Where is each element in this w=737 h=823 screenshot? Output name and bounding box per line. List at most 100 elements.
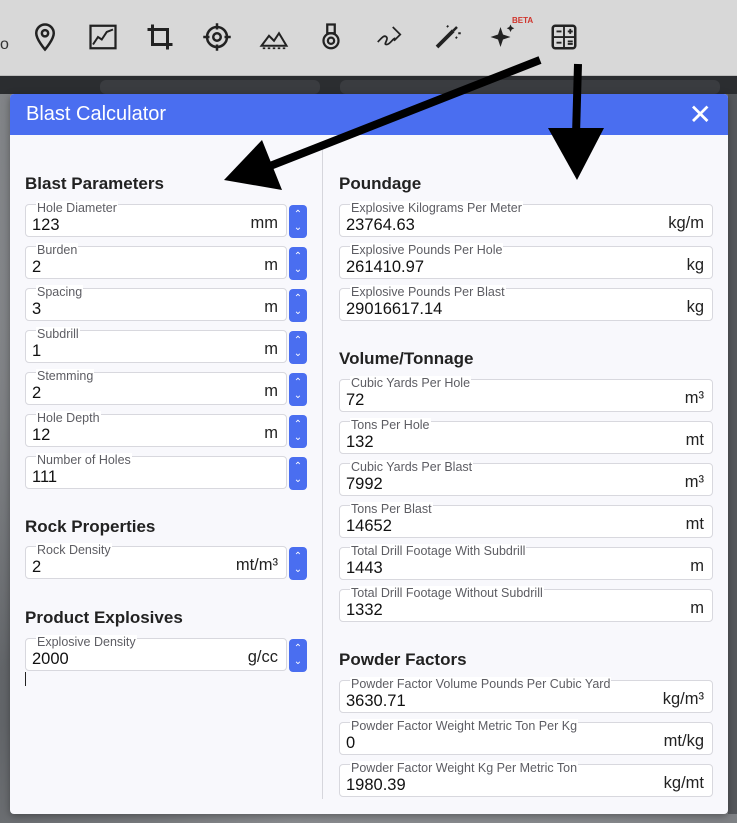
chevron-down-icon[interactable]: ⌄ bbox=[294, 432, 302, 445]
chevron-up-icon[interactable]: ⌃ bbox=[294, 251, 302, 264]
field-value: 7992 bbox=[346, 475, 383, 493]
field-unit: m bbox=[690, 599, 704, 617]
field-label: Tons Per Hole bbox=[350, 418, 431, 432]
rock-density-input[interactable]: Rock Density 2 mt/m³ ⌃ ⌄ bbox=[25, 543, 307, 580]
field-value[interactable]: 111 bbox=[32, 468, 57, 487]
field-label: Total Drill Footage With Subdrill bbox=[350, 544, 527, 558]
field-label: Cubic Yards Per Blast bbox=[350, 460, 474, 474]
chevron-down-icon[interactable]: ⌄ bbox=[294, 222, 302, 235]
stepper-buttons[interactable]: ⌃ ⌄ bbox=[289, 547, 307, 580]
powder-factor-weight-kg-per-metric-ton-output: Powder Factor Weight Kg Per Metric Ton 19… bbox=[339, 761, 713, 797]
field-unit: m³ bbox=[684, 389, 704, 407]
field-value[interactable]: 3 bbox=[32, 300, 41, 319]
stepper-buttons[interactable]: ⌃ ⌄ bbox=[289, 289, 307, 322]
chevron-up-icon[interactable]: ⌃ bbox=[294, 551, 302, 564]
chevron-down-icon[interactable]: ⌄ bbox=[294, 390, 302, 403]
chevron-up-icon[interactable]: ⌃ bbox=[294, 643, 302, 656]
beta-badge: BETA bbox=[512, 16, 534, 25]
explosive-kilograms-per-meter-output: Explosive Kilograms Per Meter 23764.63 kg/… bbox=[339, 201, 713, 237]
field-label: Burden bbox=[36, 243, 79, 257]
chevron-down-icon[interactable]: ⌄ bbox=[294, 474, 302, 487]
field-value[interactable]: 123 bbox=[32, 216, 60, 235]
field-label: Hole Depth bbox=[36, 411, 101, 425]
chevron-up-icon[interactable]: ⌃ bbox=[294, 377, 302, 390]
powder-factor-weight-metric-ton-per-kg-output: Powder Factor Weight Metric Ton Per Kg 0 m… bbox=[339, 719, 713, 755]
profile-chart-icon[interactable] bbox=[86, 20, 120, 54]
cubic-yards-per-blast-output: Cubic Yards Per Blast 7992 m³ bbox=[339, 460, 713, 496]
spacing-input[interactable]: Spacing 3 m ⌃ ⌄ bbox=[25, 285, 307, 322]
stepper-buttons[interactable]: ⌃ ⌄ bbox=[289, 373, 307, 406]
target-icon[interactable] bbox=[200, 20, 234, 54]
field-label: Tons Per Blast bbox=[350, 502, 433, 516]
crop-icon[interactable] bbox=[143, 20, 177, 54]
stepper-buttons[interactable]: ⌃ ⌄ bbox=[289, 639, 307, 672]
chevron-up-icon[interactable]: ⌃ bbox=[294, 293, 302, 306]
toolbar: o BETA bbox=[0, 0, 737, 76]
terrain-icon[interactable] bbox=[257, 20, 291, 54]
subdrill-input[interactable]: Subdrill 1 m ⌃ ⌄ bbox=[25, 327, 307, 364]
chevron-down-icon[interactable]: ⌄ bbox=[294, 264, 302, 277]
field-value[interactable]: 1 bbox=[32, 342, 41, 361]
hole-depth-input[interactable]: Hole Depth 12 m ⌃ ⌄ bbox=[25, 411, 307, 448]
field-unit: kg bbox=[686, 256, 704, 274]
field-label: Explosive Pounds Per Blast bbox=[350, 285, 506, 299]
field-value[interactable]: 2 bbox=[32, 384, 41, 403]
dialog-header: Blast Calculator ✕ bbox=[10, 94, 728, 135]
stepper-buttons[interactable]: ⌃ ⌄ bbox=[289, 457, 307, 490]
stepper-buttons[interactable]: ⌃ ⌄ bbox=[289, 247, 307, 280]
field-label: Powder Factor Weight Kg Per Metric Ton bbox=[350, 761, 579, 775]
chevron-down-icon[interactable]: ⌄ bbox=[294, 348, 302, 361]
section-title-rock-properties: Rock Properties bbox=[25, 517, 156, 536]
chevron-down-icon[interactable]: ⌄ bbox=[294, 306, 302, 319]
field-unit: m³ bbox=[684, 473, 704, 491]
field-label: Explosive Kilograms Per Meter bbox=[350, 201, 523, 215]
field-label: Spacing bbox=[36, 285, 84, 299]
field-label: Explosive Pounds Per Hole bbox=[350, 243, 504, 257]
explosive-pounds-per-hole-output: Explosive Pounds Per Hole 261410.97 kg bbox=[339, 243, 713, 279]
stepper-buttons[interactable]: ⌃ ⌄ bbox=[289, 205, 307, 238]
field-unit: kg/mt bbox=[663, 774, 704, 792]
stemming-input[interactable]: Stemming 2 m ⌃ ⌄ bbox=[25, 369, 307, 406]
field-unit: m bbox=[264, 340, 278, 358]
calculator-icon[interactable] bbox=[547, 20, 581, 54]
field-value[interactable]: 2000 bbox=[32, 650, 69, 669]
field-value: 1980.39 bbox=[346, 776, 406, 794]
section-title-volume-tonnage: Volume/Tonnage bbox=[339, 349, 474, 368]
field-label: Powder Factor Volume Pounds Per Cubic Ya… bbox=[350, 677, 612, 691]
drill-icon[interactable] bbox=[314, 20, 348, 54]
field-unit: mt bbox=[685, 515, 704, 533]
field-value: 3630.71 bbox=[346, 692, 406, 710]
location-pin-icon[interactable] bbox=[28, 20, 62, 54]
number-of-holes-input[interactable]: Number of Holes 111 ⌃ ⌄ bbox=[25, 453, 307, 490]
field-value[interactable]: 2 bbox=[32, 558, 41, 577]
map-top-strip bbox=[0, 76, 737, 94]
total-drill-footage-without-subdrill-output: Total Drill Footage Without Subdrill 1332… bbox=[339, 586, 713, 622]
magic-wand-icon[interactable] bbox=[430, 20, 464, 54]
explosive-pounds-per-blast-output: Explosive Pounds Per Blast 29016617.14 kg bbox=[339, 285, 713, 321]
field-value[interactable]: 12 bbox=[32, 426, 50, 445]
field-label: Hole Diameter bbox=[36, 201, 118, 215]
field-unit: m bbox=[264, 382, 278, 400]
partial-icon: o bbox=[0, 36, 9, 53]
field-value[interactable]: 2 bbox=[32, 258, 41, 277]
section-title-blast-parameters: Blast Parameters bbox=[25, 174, 164, 193]
total-drill-footage-with-subdrill-output: Total Drill Footage With Subdrill 1443 m bbox=[339, 544, 713, 580]
burden-input[interactable]: Burden 2 m ⌃ ⌄ bbox=[25, 243, 307, 280]
explosive-density-input[interactable]: Explosive Density 2000 g/cc ⌃ ⌄ bbox=[25, 635, 307, 672]
close-icon[interactable]: ✕ bbox=[689, 100, 712, 129]
stepper-buttons[interactable]: ⌃ ⌄ bbox=[289, 415, 307, 448]
field-label: Explosive Density bbox=[36, 635, 137, 649]
field-unit: kg/m bbox=[668, 214, 704, 232]
chevron-down-icon[interactable]: ⌄ bbox=[294, 656, 302, 669]
sparkles-icon[interactable] bbox=[486, 20, 520, 54]
stepper-buttons[interactable]: ⌃ ⌄ bbox=[289, 331, 307, 364]
text-cursor bbox=[25, 672, 26, 686]
chevron-up-icon[interactable]: ⌃ bbox=[294, 461, 302, 474]
chevron-up-icon[interactable]: ⌃ bbox=[294, 419, 302, 432]
chevron-down-icon[interactable]: ⌄ bbox=[294, 564, 302, 577]
chevron-up-icon[interactable]: ⌃ bbox=[294, 209, 302, 222]
chevron-up-icon[interactable]: ⌃ bbox=[294, 335, 302, 348]
signature-icon[interactable] bbox=[372, 20, 406, 54]
hole-diameter-input[interactable]: Hole Diameter 123 mm ⌃ ⌄ bbox=[25, 201, 307, 238]
map-edge bbox=[728, 94, 737, 814]
